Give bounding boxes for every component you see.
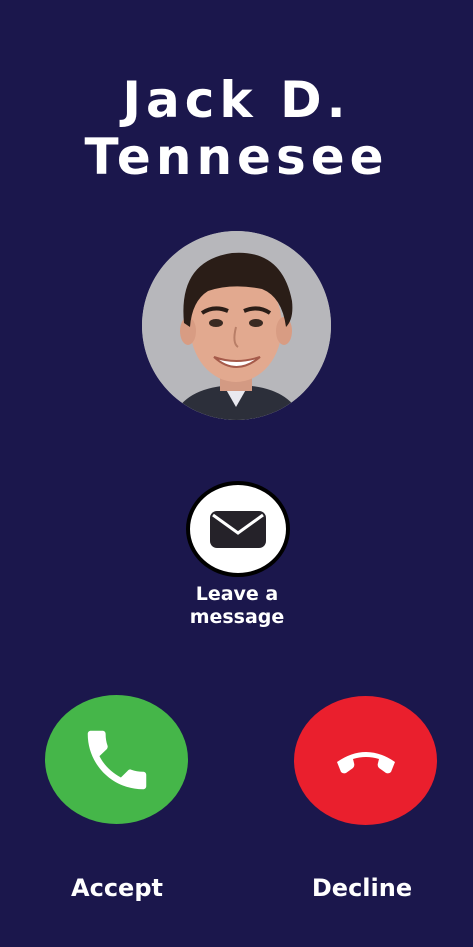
caller-name-second-line: Tennesee [84, 128, 389, 186]
leave-message-label: Leave a message [189, 583, 285, 628]
caller-name: Jack D. Tennesee [0, 72, 473, 186]
accept-label: Accept [71, 874, 163, 902]
caller-name-first-line: Jack D. [122, 71, 351, 129]
leave-message-button[interactable] [186, 481, 290, 577]
phone-icon [87, 730, 146, 789]
caller-avatar [142, 231, 331, 420]
hang-up-icon [336, 751, 395, 773]
decline-label: Decline [311, 874, 413, 902]
decline-call-button[interactable] [294, 696, 437, 825]
avatar-photo [142, 231, 331, 420]
envelope-icon [210, 511, 266, 548]
accept-call-button[interactable] [45, 695, 188, 824]
